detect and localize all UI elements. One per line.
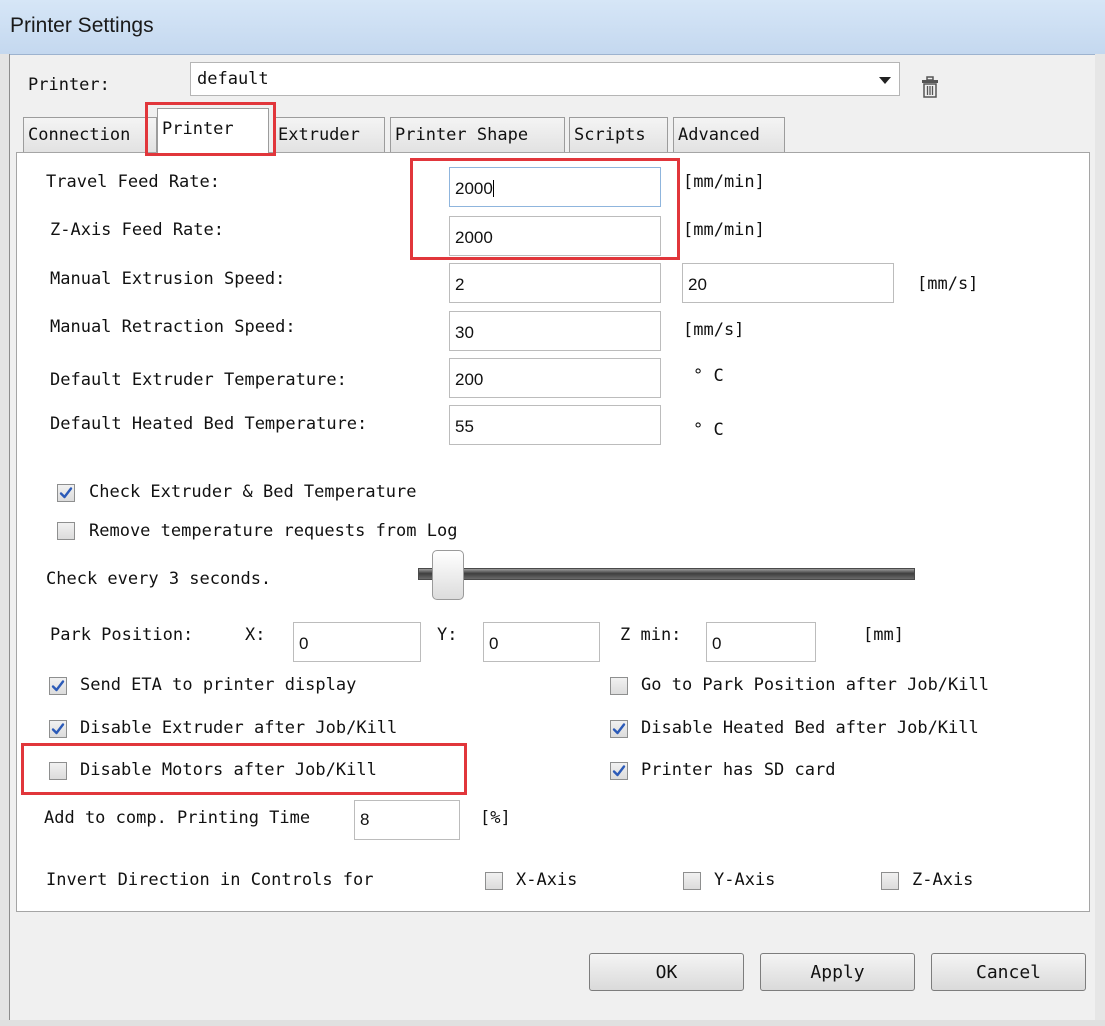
manual-extrusion-value-2: 20 — [688, 275, 707, 294]
highlight-box-printer-tab — [145, 102, 276, 156]
zaxis-feed-label: Z-Axis Feed Rate: — [50, 220, 224, 240]
park-y-label: Y: — [437, 625, 458, 645]
tab-advanced-label: Advanced — [678, 125, 760, 145]
go-park-checkbox[interactable] — [610, 677, 628, 695]
check-temp-checkbox[interactable] — [57, 484, 75, 502]
tab-extruder[interactable]: Extruder — [273, 117, 385, 152]
manual-retraction-label: Manual Retraction Speed: — [50, 317, 296, 337]
manual-extrusion-input-2[interactable]: 20 — [682, 263, 894, 303]
printer-label: Printer: — [28, 75, 110, 95]
remove-temp-label: Remove temperature requests from Log — [89, 521, 458, 541]
invert-y-checkbox[interactable] — [683, 872, 701, 890]
highlight-box-feed-rates — [410, 158, 680, 260]
extruder-temp-label: Default Extruder Temperature: — [50, 370, 347, 390]
park-position-label: Park Position: — [50, 625, 194, 645]
travel-feed-unit: [mm/min] — [683, 172, 765, 192]
add-time-input[interactable]: 8 — [354, 800, 460, 840]
window-right-border — [1095, 54, 1105, 1026]
disable-extruder-label: Disable Extruder after Job/Kill — [80, 718, 398, 738]
invert-x-label: X-Axis — [516, 870, 578, 890]
park-x-value: 0 — [299, 634, 309, 653]
bed-temp-value: 55 — [455, 417, 474, 436]
invert-z-label: Z-Axis — [912, 870, 974, 890]
manual-extrusion-value: 2 — [455, 275, 465, 294]
manual-extrusion-input[interactable]: 2 — [449, 263, 661, 303]
go-park-label: Go to Park Position after Job/Kill — [641, 675, 989, 695]
tab-connection[interactable]: Connection — [23, 117, 157, 152]
tab-connection-label: Connection — [28, 125, 131, 145]
park-y-input[interactable]: 0 — [483, 622, 600, 662]
disable-extruder-checkbox[interactable] — [49, 720, 67, 738]
slider-handle[interactable] — [431, 550, 464, 600]
invert-y-label: Y-Axis — [714, 870, 776, 890]
park-x-input[interactable]: 0 — [293, 622, 421, 662]
tab-scripts[interactable]: Scripts — [569, 117, 668, 152]
add-time-value: 8 — [360, 810, 370, 829]
bed-temp-label: Default Heated Bed Temperature: — [50, 414, 368, 434]
title-bar: Printer Settings — [0, 0, 1105, 55]
add-time-label: Add to comp. Printing Time — [44, 808, 311, 828]
tab-printer-shape[interactable]: Printer Shape — [390, 117, 565, 152]
tab-advanced[interactable]: Advanced — [673, 117, 785, 152]
tab-extruder-label: Extruder — [278, 125, 360, 145]
add-time-unit: [%] — [480, 808, 511, 828]
manual-extrusion-label: Manual Extrusion Speed: — [50, 269, 286, 289]
park-zmin-label: Z min: — [620, 625, 682, 645]
window-bottom-edge — [0, 1020, 1105, 1026]
invert-direction-label: Invert Direction in Controls for — [46, 870, 374, 890]
manual-extrusion-unit: [mm/s] — [917, 274, 979, 294]
manual-retraction-unit: [mm/s] — [683, 320, 745, 340]
cancel-button[interactable]: Cancel — [931, 953, 1086, 991]
send-eta-label: Send ETA to printer display — [80, 675, 357, 695]
travel-feed-label: Travel Feed Rate: — [46, 172, 220, 192]
chevron-down-icon[interactable] — [879, 77, 891, 84]
bed-temp-unit: ° C — [693, 420, 724, 440]
window-title: Printer Settings — [10, 14, 154, 37]
check-every-label: Check every 3 seconds. — [46, 569, 272, 589]
park-zmin-value: 0 — [712, 634, 722, 653]
highlight-box-disable-motors — [21, 743, 467, 795]
cancel-button-label: Cancel — [975, 962, 1042, 983]
bed-temp-input[interactable]: 55 — [449, 405, 661, 445]
trash-icon[interactable] — [922, 76, 938, 98]
manual-retraction-input[interactable]: 30 — [449, 311, 661, 351]
extruder-temp-unit: ° C — [693, 366, 724, 386]
park-x-label: X: — [245, 625, 266, 645]
ok-button[interactable]: OK — [589, 953, 744, 991]
invert-z-checkbox[interactable] — [881, 872, 899, 890]
check-interval-slider[interactable] — [418, 568, 915, 580]
disable-bed-checkbox[interactable] — [610, 720, 628, 738]
send-eta-checkbox[interactable] — [49, 677, 67, 695]
park-unit: [mm] — [863, 625, 904, 645]
tab-scripts-label: Scripts — [574, 125, 646, 145]
printer-select[interactable]: default — [190, 62, 900, 96]
invert-x-checkbox[interactable] — [485, 872, 503, 890]
window-left-border — [0, 54, 10, 1026]
ok-button-label: OK — [655, 962, 678, 983]
park-zmin-input[interactable]: 0 — [706, 622, 816, 662]
has-sd-label: Printer has SD card — [641, 760, 836, 780]
remove-temp-checkbox[interactable] — [57, 522, 75, 540]
extruder-temp-input[interactable]: 200 — [449, 358, 661, 398]
park-y-value: 0 — [489, 634, 499, 653]
disable-bed-label: Disable Heated Bed after Job/Kill — [641, 718, 979, 738]
tab-printer-shape-label: Printer Shape — [395, 125, 529, 145]
extruder-temp-value: 200 — [455, 370, 484, 389]
has-sd-checkbox[interactable] — [610, 762, 628, 780]
apply-button[interactable]: Apply — [760, 953, 915, 991]
check-temp-label: Check Extruder & Bed Temperature — [89, 482, 417, 502]
zaxis-feed-unit: [mm/min] — [683, 220, 765, 240]
apply-button-label: Apply — [810, 962, 865, 983]
printer-select-value: default — [197, 69, 269, 89]
manual-retraction-value: 30 — [455, 323, 474, 342]
